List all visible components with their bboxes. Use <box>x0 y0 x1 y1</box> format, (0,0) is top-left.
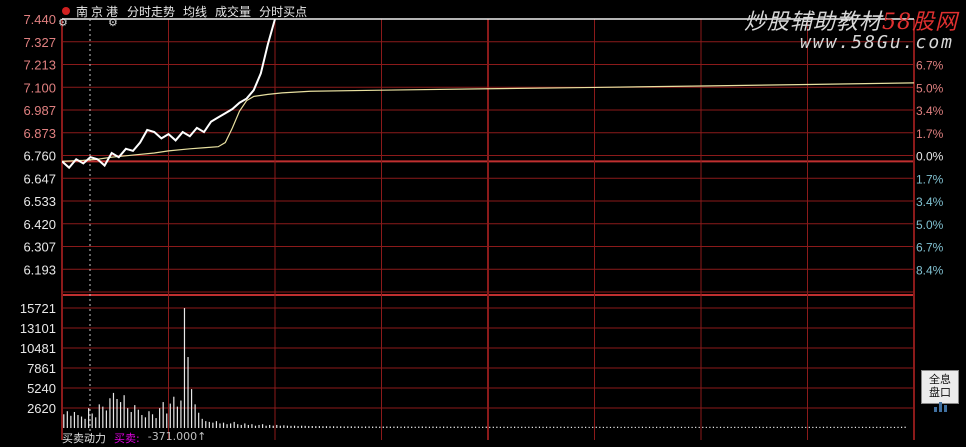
price-tick-label: 6.873 <box>23 126 56 141</box>
volume-tick-label: 15721 <box>20 301 56 316</box>
indicator-sub-label: 买卖: <box>114 432 140 445</box>
chart-header: 南京港 分时走势 均线 成交量 分时买点 <box>62 3 315 19</box>
bottom-indicator-bar: 买卖动力 买卖: -371.000↑ <box>62 430 206 446</box>
percent-tick-label: 1.7% <box>916 172 944 186</box>
percent-tick-label: 0.0% <box>916 150 944 164</box>
percent-tick-label: 6.7% <box>916 241 944 255</box>
percent-tick-label: 1.7% <box>916 127 944 141</box>
percent-tick-label: 5.0% <box>916 218 944 232</box>
full-depth-label-1: 全息 <box>929 373 951 386</box>
price-tick-label: 6.533 <box>23 194 56 209</box>
settings-gear-icon[interactable]: ⚙ <box>108 16 118 29</box>
percent-tick-label: 3.4% <box>916 195 944 209</box>
price-tick-label: 6.420 <box>23 217 56 232</box>
intraday-chart[interactable]: 7.440 7.327 7.213 7.100 6.987 6.873 6.760 6.647… <box>0 0 966 443</box>
price-tick-label: 6.760 <box>23 149 56 164</box>
volume-tick-label: 13101 <box>20 321 56 336</box>
bar-chart-icon <box>922 400 958 412</box>
volume-tick-label: 5240 <box>27 381 56 396</box>
indicator-avg-line[interactable]: 均线 <box>183 3 207 20</box>
chart-svg: 7.440 7.327 7.213 7.100 6.987 6.873 6.760 6.647… <box>20 12 944 440</box>
volume-tick-label: 10481 <box>20 341 56 356</box>
price-tick-label: 7.213 <box>23 58 56 73</box>
volume-tick-label: 2620 <box>27 401 56 416</box>
full-depth-label-2: 盘口 <box>929 386 951 399</box>
percent-tick-label: 6.7% <box>916 59 944 73</box>
price-tick-label: 7.440 <box>23 12 56 27</box>
record-dot-icon <box>62 7 70 15</box>
price-tick-label: 6.647 <box>23 171 56 186</box>
watermark-url: www.58Gu.com <box>799 32 954 53</box>
indicator-volume[interactable]: 成交量 <box>215 3 251 20</box>
indicator-value: -371.000↑ <box>147 430 207 443</box>
price-tick-label: 6.987 <box>23 103 56 118</box>
volume-tick-label: 7861 <box>27 361 56 376</box>
percent-tick-label: 5.0% <box>916 81 944 95</box>
indicator-intraday-trend[interactable]: 分时走势 <box>127 3 175 20</box>
price-tick-label: 6.193 <box>23 262 56 277</box>
price-tick-label: 7.100 <box>23 80 56 95</box>
full-depth-button[interactable]: 全息 盘口 <box>921 370 959 412</box>
settings-gear-icon[interactable]: ⚙ <box>58 16 68 29</box>
indicator-buy-point[interactable]: 分时买点 <box>259 3 307 20</box>
percent-tick-label: 3.4% <box>916 104 944 118</box>
indicator-label: 买卖动力 <box>62 432 106 445</box>
price-tick-label: 6.307 <box>23 240 56 255</box>
percent-tick-label: 8.4% <box>916 263 944 277</box>
price-tick-label: 7.327 <box>23 35 56 50</box>
